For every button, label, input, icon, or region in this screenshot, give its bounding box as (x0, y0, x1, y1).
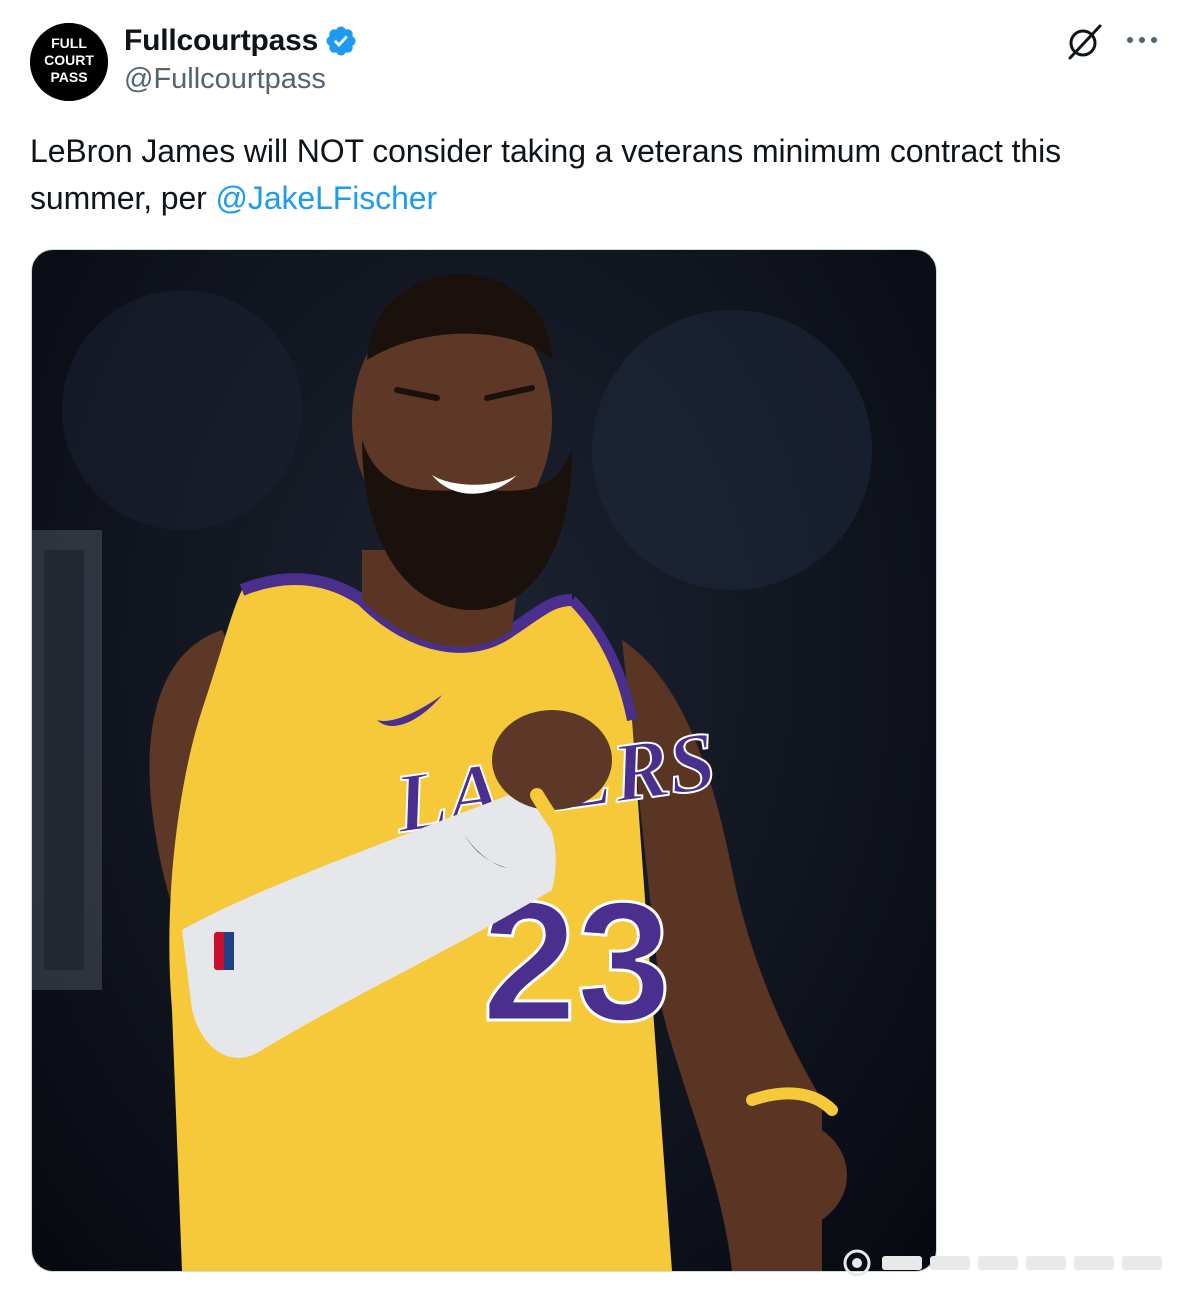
more-icon[interactable] (1124, 30, 1160, 50)
watermark-bar (1026, 1256, 1066, 1270)
watermark-bar (930, 1256, 970, 1270)
avatar-text-line3: PASS (50, 69, 87, 85)
author-display-name[interactable]: Fullcourtpass (124, 24, 318, 58)
avatar-text-line2: COURT (44, 52, 94, 68)
mention-link[interactable]: @JakeLFischer (216, 180, 438, 216)
player-photo: LAKERS 23 (32, 274, 872, 1271)
weibo-watermark-icon (843, 1249, 871, 1277)
author-names: Fullcourtpass @Fullcourtpass (124, 22, 358, 96)
watermark-bars (882, 1256, 1162, 1270)
tweet: FULL COURT PASS Fullcourtpass @Fullcourt… (0, 0, 1186, 1292)
grok-icon[interactable] (1064, 22, 1104, 62)
tweet-text: LeBron James will NOT consider taking a … (30, 128, 1170, 222)
watermark-bar (1122, 1256, 1162, 1270)
avatar-logo: FULL COURT PASS (30, 23, 108, 101)
display-name-row: Fullcourtpass (124, 22, 358, 60)
author-avatar[interactable]: FULL COURT PASS (30, 23, 108, 101)
tweet-body: LeBron James will NOT consider taking a … (30, 133, 1062, 216)
watermark-bar (882, 1256, 922, 1270)
watermark-bar (1074, 1256, 1114, 1270)
watermark (842, 1248, 1162, 1278)
watermark-bar (978, 1256, 1018, 1270)
author-handle[interactable]: @Fullcourtpass (124, 63, 358, 96)
tweet-media-image[interactable]: LAKERS 23 (31, 249, 937, 1272)
verified-badge-icon[interactable] (324, 24, 358, 58)
avatar-text-line1: FULL (51, 35, 87, 51)
